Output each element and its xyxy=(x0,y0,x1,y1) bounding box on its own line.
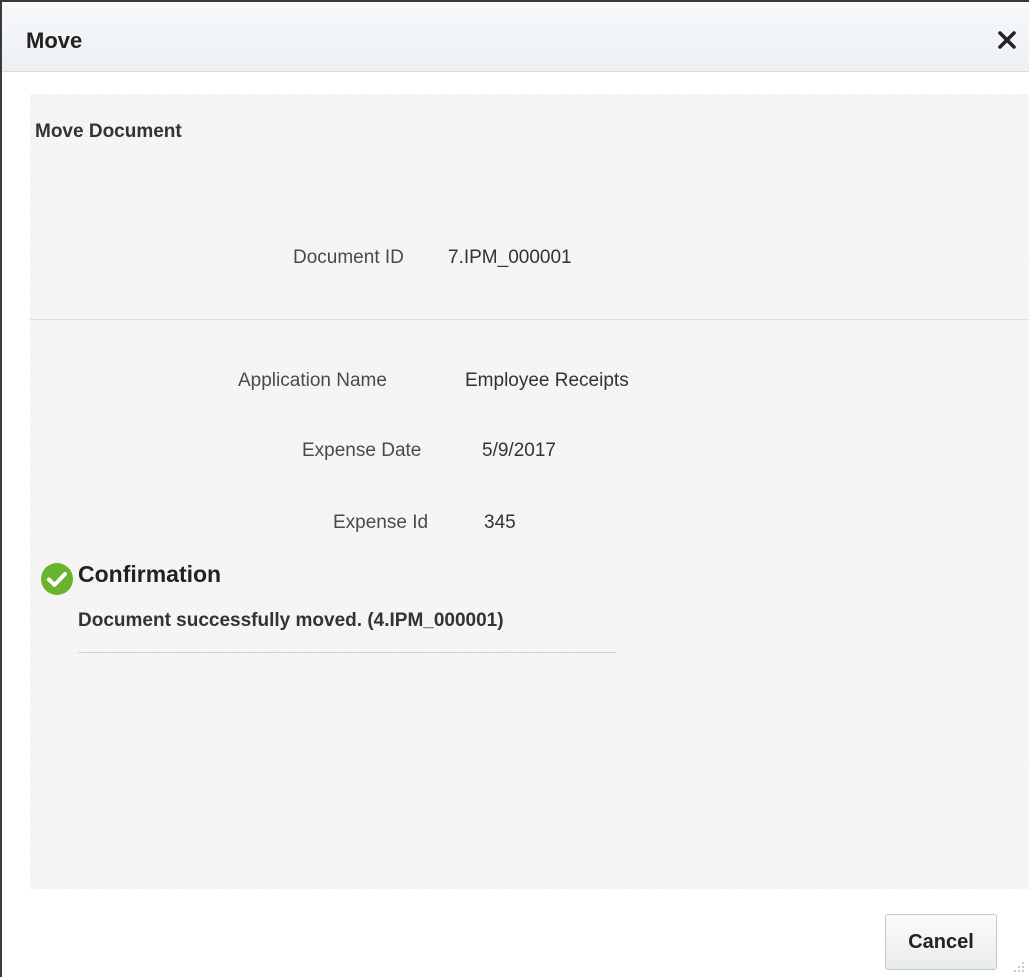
expense-id-label: Expense Id xyxy=(333,512,429,533)
document-id-value: 7.IPM_000001 xyxy=(448,247,572,268)
move-dialog: Move Move Document Document ID 7.IPM_000… xyxy=(0,0,1029,977)
section-title: Move Document xyxy=(35,121,182,142)
confirmation-divider xyxy=(78,652,616,653)
cancel-button[interactable]: Cancel xyxy=(885,914,997,970)
confirmation-message: Document successfully moved. (4.IPM_0000… xyxy=(78,610,504,631)
application-name-value: Employee Receipts xyxy=(465,370,629,391)
check-circle-icon xyxy=(40,562,74,596)
section-divider xyxy=(30,319,1029,320)
dialog-title: Move xyxy=(26,28,83,53)
confirmation-title: Confirmation xyxy=(78,561,222,587)
expense-date-value: 5/9/2017 xyxy=(482,440,556,461)
dialog-titlebar: Move xyxy=(2,2,1029,72)
resize-grip-icon[interactable] xyxy=(1011,959,1025,973)
dialog-content: Move Document Document ID 7.IPM_000001 A… xyxy=(30,94,1029,889)
document-id-label: Document ID xyxy=(293,247,404,268)
expense-id-value: 345 xyxy=(484,512,516,533)
expense-date-label: Expense Date xyxy=(302,440,422,461)
application-name-label: Application Name xyxy=(238,370,387,391)
close-icon[interactable] xyxy=(995,28,1019,52)
